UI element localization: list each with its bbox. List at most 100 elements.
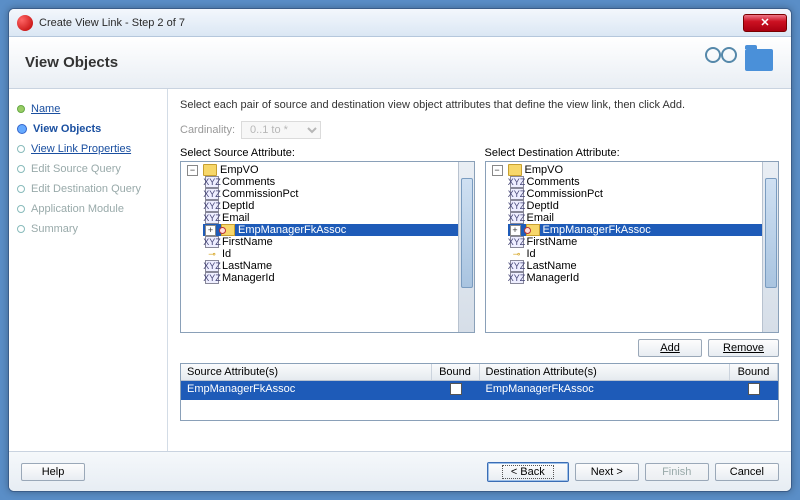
tree-node[interactable]: XYZLastName	[203, 260, 474, 272]
wizard-window: Create View Link - Step 2 of 7 ✕ View Ob…	[8, 8, 792, 492]
window-title: Create View Link - Step 2 of 7	[39, 17, 185, 29]
collapse-icon[interactable]: −	[187, 165, 198, 176]
tree-root[interactable]: −EmpVO	[490, 164, 779, 176]
step-view-link-properties[interactable]: View Link Properties	[15, 139, 161, 159]
cell-dest-attr: EmpManagerFkAssoc	[480, 381, 731, 400]
close-button[interactable]: ✕	[743, 14, 787, 32]
cardinality-row: Cardinality: 0..1 to *	[180, 121, 779, 139]
wizard-steps: Name View Objects View Link Properties E…	[9, 89, 167, 451]
tree-node[interactable]: XYZEmail	[508, 212, 779, 224]
source-label: Select Source Attribute:	[180, 147, 475, 159]
tree-node[interactable]: XYZManagerId	[508, 272, 779, 284]
col-source-attr[interactable]: Source Attribute(s)	[181, 364, 432, 380]
glasses-icon	[705, 47, 735, 59]
cardinality-label: Cardinality:	[180, 124, 235, 136]
remove-button[interactable]: Remove	[708, 339, 779, 357]
source-tree[interactable]: −EmpVOXYZCommentsXYZCommissionPctXYZDept…	[180, 161, 475, 333]
tree-node-label: ManagerId	[222, 272, 275, 284]
scrollbar[interactable]	[458, 162, 474, 332]
attr-icon: XYZ	[510, 176, 524, 188]
cell-source-attr: EmpManagerFkAssoc	[181, 381, 432, 400]
tree-node[interactable]: XYZDeptId	[203, 200, 474, 212]
tree-node[interactable]: XYZFirstName	[203, 236, 474, 248]
tree-root[interactable]: −EmpVO	[185, 164, 474, 176]
wizard-header: View Objects	[9, 37, 791, 89]
col-dest-attr[interactable]: Destination Attribute(s)	[480, 364, 731, 380]
tree-node-label: LastName	[527, 260, 577, 272]
tree-node-label: EmpManagerFkAssoc	[543, 224, 651, 236]
bound-checkbox[interactable]	[748, 383, 760, 395]
expand-icon[interactable]: +	[510, 225, 521, 236]
attr-icon: XYZ	[205, 200, 219, 212]
header-art	[705, 43, 775, 83]
tree-node[interactable]: XYZCommissionPct	[203, 188, 474, 200]
step-summary: Summary	[15, 219, 161, 239]
help-button[interactable]: Help	[21, 463, 85, 481]
scrollbar-thumb[interactable]	[765, 178, 777, 288]
table-empty-row	[181, 400, 778, 420]
next-button[interactable]: Next >	[575, 463, 639, 481]
attr-icon: XYZ	[205, 260, 219, 272]
tree-node[interactable]: XYZComments	[508, 176, 779, 188]
attr-icon: XYZ	[510, 272, 524, 284]
col-bound-2[interactable]: Bound	[730, 364, 778, 380]
cardinality-select: 0..1 to *	[241, 121, 321, 139]
scrollbar[interactable]	[762, 162, 778, 332]
tree-node[interactable]: XYZManagerId	[203, 272, 474, 284]
vo-icon	[508, 164, 522, 176]
tree-node-label: Comments	[222, 176, 275, 188]
instruction-text: Select each pair of source and destinati…	[180, 99, 779, 111]
tree-node-label: Comments	[527, 176, 580, 188]
dest-column: Select Destination Attribute: −EmpVOXYZC…	[485, 147, 780, 333]
tree-node-label: Email	[222, 212, 250, 224]
back-button[interactable]: < Back	[487, 462, 569, 482]
col-bound-1[interactable]: Bound	[432, 364, 480, 380]
attr-icon: XYZ	[205, 272, 219, 284]
assoc-icon	[221, 224, 235, 236]
attr-icon: XYZ	[510, 200, 524, 212]
collapse-icon[interactable]: −	[492, 165, 503, 176]
cancel-button[interactable]: Cancel	[715, 463, 779, 481]
tree-node-label: DeptId	[222, 200, 254, 212]
dest-tree[interactable]: −EmpVOXYZCommentsXYZCommissionPctXYZDept…	[485, 161, 780, 333]
table-header: Source Attribute(s) Bound Destination At…	[181, 364, 778, 381]
tree-node-label: ManagerId	[527, 272, 580, 284]
tree-node[interactable]: XYZCommissionPct	[508, 188, 779, 200]
tree-node[interactable]: XYZFirstName	[508, 236, 779, 248]
tree-node[interactable]: XYZDeptId	[508, 200, 779, 212]
page-title: View Objects	[25, 54, 118, 71]
add-button[interactable]: Add	[638, 339, 702, 357]
tree-node-label: FirstName	[222, 236, 273, 248]
step-edit-source-query: Edit Source Query	[15, 159, 161, 179]
tree-node[interactable]: +EmpManagerFkAssoc	[203, 224, 474, 236]
tree-node-label: CommissionPct	[527, 188, 603, 200]
titlebar[interactable]: Create View Link - Step 2 of 7 ✕	[9, 9, 791, 37]
tree-node-label: Id	[222, 248, 231, 260]
tree-node[interactable]: ⊸Id	[508, 248, 779, 260]
attr-icon: XYZ	[205, 236, 219, 248]
attr-icon: XYZ	[510, 188, 524, 200]
finish-button: Finish	[645, 463, 709, 481]
bound-checkbox[interactable]	[450, 383, 462, 395]
step-view-objects[interactable]: View Objects	[15, 119, 161, 139]
tree-node-label: DeptId	[527, 200, 559, 212]
attr-icon: XYZ	[510, 260, 524, 272]
wizard-footer: Help < Back Next > Finish Cancel	[9, 451, 791, 491]
wizard-content: Select each pair of source and destinati…	[167, 89, 791, 451]
expand-icon[interactable]: +	[205, 225, 216, 236]
source-column: Select Source Attribute: −EmpVOXYZCommen…	[180, 147, 475, 333]
close-icon: ✕	[760, 16, 769, 29]
tree-node-label: LastName	[222, 260, 272, 272]
attr-icon: XYZ	[205, 188, 219, 200]
attr-icon: XYZ	[205, 176, 219, 188]
tree-node[interactable]: XYZLastName	[508, 260, 779, 272]
step-name[interactable]: Name	[15, 99, 161, 119]
table-row[interactable]: EmpManagerFkAssoc EmpManagerFkAssoc	[181, 381, 778, 400]
scrollbar-thumb[interactable]	[461, 178, 473, 288]
attr-icon: XYZ	[510, 236, 524, 248]
tree-node[interactable]: XYZComments	[203, 176, 474, 188]
tree-node[interactable]: ⊸Id	[203, 248, 474, 260]
tree-node[interactable]: + EmpManagerFkAssoc	[508, 224, 779, 236]
tree-node[interactable]: XYZEmail	[203, 212, 474, 224]
dest-label: Select Destination Attribute:	[485, 147, 780, 159]
